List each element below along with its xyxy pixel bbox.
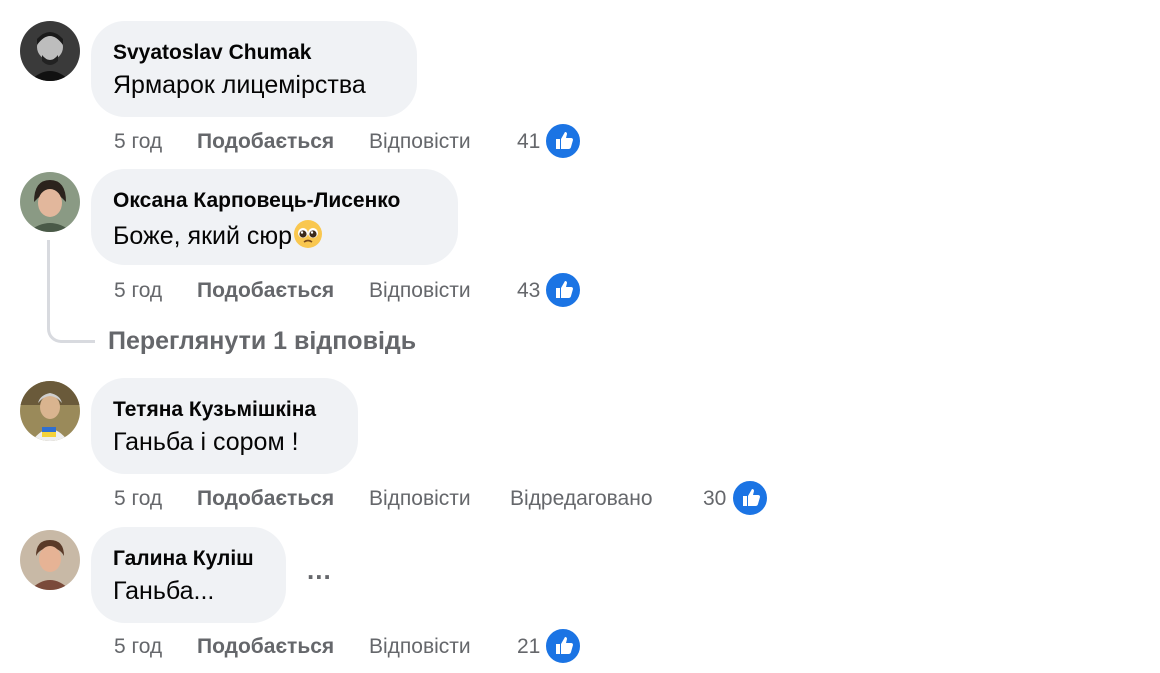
like-button[interactable]: Подобається bbox=[197, 279, 334, 303]
comment-actions: 5 год Подобається Відповісти 43 bbox=[114, 271, 614, 311]
comment-bubble: Галина Куліш Ганьба... bbox=[91, 527, 286, 623]
reply-button[interactable]: Відповісти bbox=[369, 279, 471, 303]
comment-author[interactable]: Оксана Карповець-Лисенко bbox=[113, 189, 400, 213]
like-button[interactable]: Подобається bbox=[197, 130, 334, 154]
avatar[interactable] bbox=[20, 381, 80, 441]
comment-author[interactable]: Галина Куліш bbox=[113, 547, 254, 571]
comment-bubble: Оксана Карповець-Лисенко Боже, який сюр bbox=[91, 169, 458, 265]
comment-actions: 5 год Подобається Відповісти 41 bbox=[114, 122, 614, 162]
comment-text: Ярмарок лицемірства bbox=[113, 71, 366, 99]
like-count[interactable]: 43 bbox=[517, 279, 540, 303]
comment-actions: 5 год Подобається Відповісти 21 bbox=[114, 627, 614, 667]
like-count[interactable]: 21 bbox=[517, 635, 540, 659]
avatar[interactable] bbox=[20, 530, 80, 590]
comment-time[interactable]: 5 год bbox=[114, 130, 162, 154]
pleading-face-emoji bbox=[294, 220, 323, 248]
avatar[interactable] bbox=[20, 172, 80, 232]
thumbs-up-icon[interactable] bbox=[544, 271, 582, 309]
comment-text-content: Боже, який сюр bbox=[113, 222, 293, 250]
reply-button[interactable]: Відповісти bbox=[369, 130, 471, 154]
comment-time[interactable]: 5 год bbox=[114, 487, 162, 511]
comment-bubble: Тетяна Кузьмішкіна Ганьба і сором ! bbox=[91, 378, 358, 474]
comment-author[interactable]: Svyatoslav Chumak bbox=[113, 41, 311, 65]
reply-button[interactable]: Відповісти bbox=[369, 635, 471, 659]
comment-time[interactable]: 5 год bbox=[114, 635, 162, 659]
comment-actions: 5 год Подобається Відповісти Відредагова… bbox=[114, 479, 794, 519]
edited-label: Відредаговано bbox=[510, 487, 653, 510]
comment-author[interactable]: Тетяна Кузьмішкіна bbox=[113, 398, 316, 422]
comment-text: Боже, який сюр bbox=[113, 219, 323, 251]
comment-text: Ганьба і сором ! bbox=[113, 428, 299, 456]
like-count[interactable]: 30 bbox=[703, 487, 726, 511]
comment-text: Ганьба... bbox=[113, 577, 215, 605]
reply-thread-line bbox=[47, 240, 95, 343]
more-options-button[interactable]: ... bbox=[307, 555, 332, 586]
thumbs-up-icon[interactable] bbox=[544, 122, 582, 160]
thumbs-up-icon[interactable] bbox=[544, 627, 582, 665]
view-replies-link[interactable]: Переглянути 1 відповідь bbox=[108, 327, 416, 356]
like-button[interactable]: Подобається bbox=[197, 635, 334, 659]
avatar[interactable] bbox=[20, 21, 80, 81]
reply-button[interactable]: Відповісти bbox=[369, 487, 471, 511]
thumbs-up-icon[interactable] bbox=[731, 479, 769, 517]
like-count[interactable]: 41 bbox=[517, 130, 540, 154]
comment-time[interactable]: 5 год bbox=[114, 279, 162, 303]
comment-bubble: Svyatoslav Chumak Ярмарок лицемірства bbox=[91, 21, 417, 117]
like-button[interactable]: Подобається bbox=[197, 487, 334, 511]
